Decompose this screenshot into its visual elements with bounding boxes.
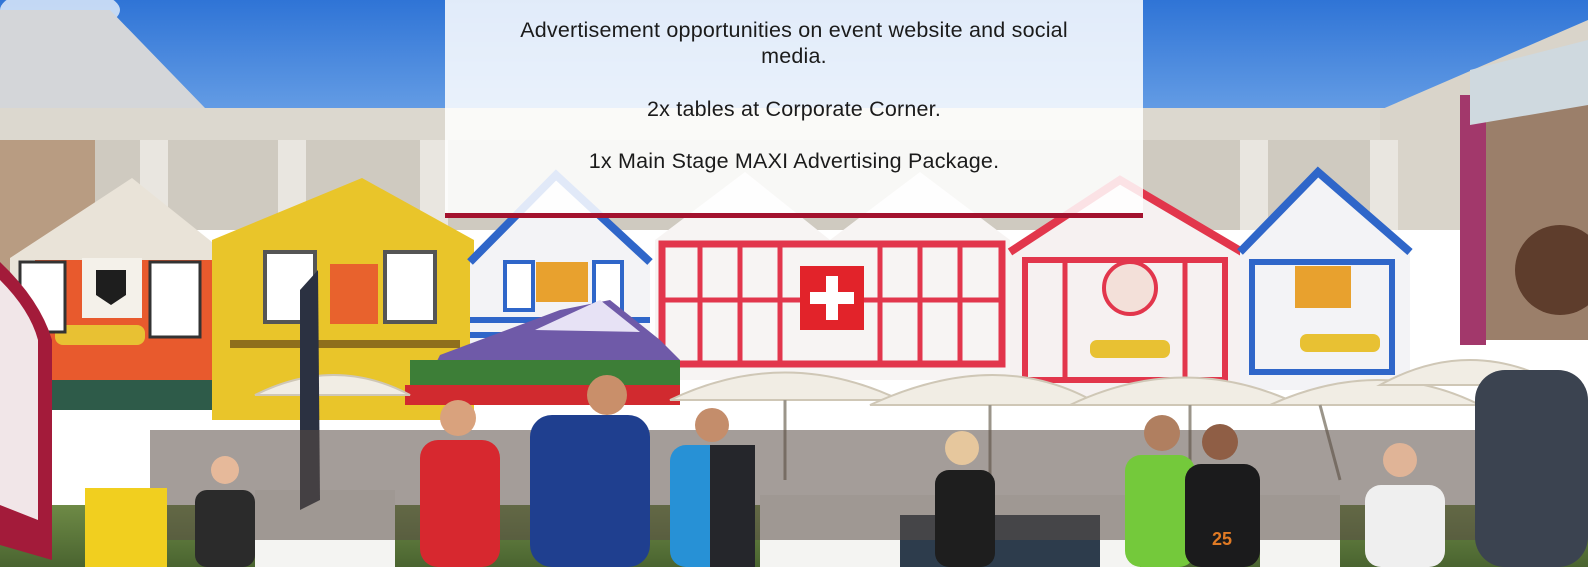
sponsorship-benefits-panel: Advertisement opportunities on event web… bbox=[445, 0, 1143, 218]
benefit-line-main-stage: 1x Main Stage MAXI Advertising Package. bbox=[588, 149, 1000, 173]
benefit-line-advertisement: Advertisement opportunities on event web… bbox=[520, 18, 1068, 68]
person-red-shirt bbox=[420, 400, 500, 567]
jersey-number: 25 bbox=[1212, 529, 1232, 549]
benefit-line-tables: 2x tables at Corporate Corner. bbox=[646, 97, 941, 121]
yellow-bin bbox=[85, 488, 167, 567]
festival-banner: 25 Advertisement opportunities on event … bbox=[0, 0, 1588, 567]
